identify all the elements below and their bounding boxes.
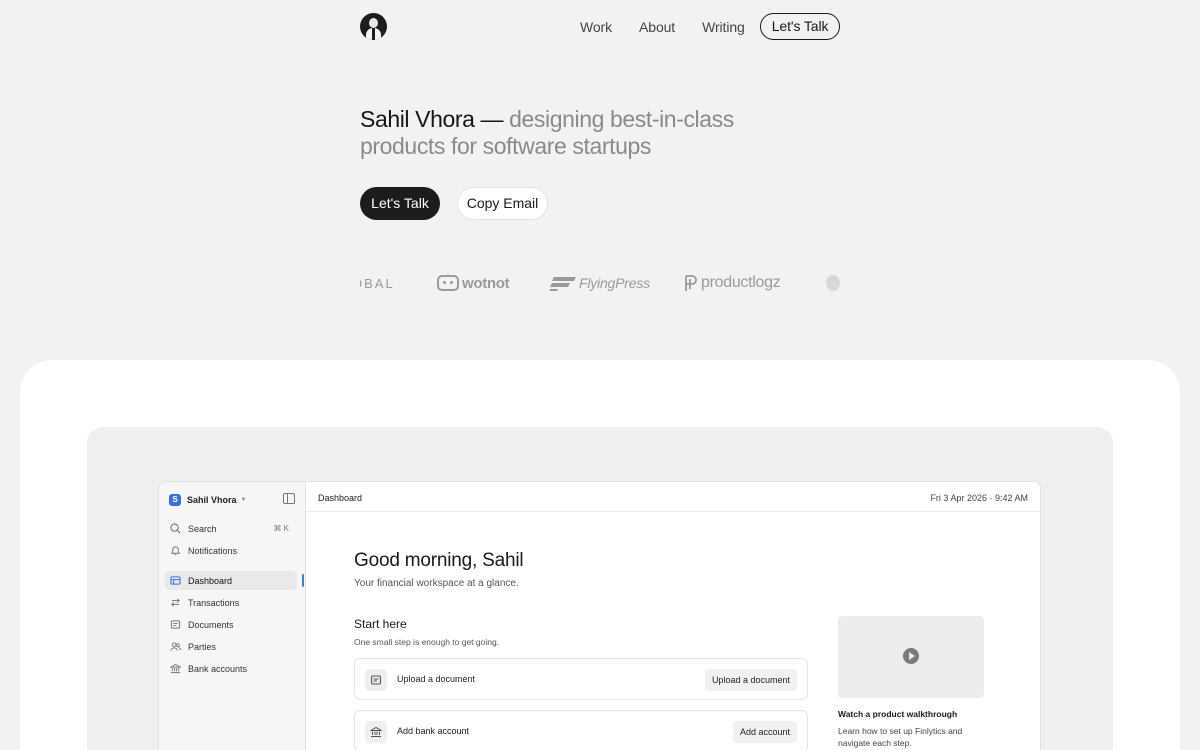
start-section-title: Start here bbox=[354, 617, 407, 631]
sidebar-item-label: Transactions bbox=[188, 597, 240, 608]
nav-writing-link[interactable]: Writing bbox=[702, 19, 745, 35]
sidebar-item-search[interactable]: Search ⌘ K bbox=[165, 519, 297, 538]
task-upload-document: Upload a document Upload a document bbox=[354, 658, 808, 700]
task-icon bbox=[365, 721, 387, 743]
sidebar-item-label: Parties bbox=[188, 641, 217, 652]
document-icon bbox=[170, 620, 181, 629]
walkthrough-description: Learn how to set up Finlytics and naviga… bbox=[838, 726, 963, 748]
main-panel: Dashboard Fri 3 Apr 2026 · 9:42 AM Good … bbox=[306, 482, 1040, 750]
sidebar-item-bank-accounts[interactable]: Bank accounts bbox=[165, 659, 297, 678]
users-icon bbox=[170, 642, 181, 651]
task-label: Add bank account bbox=[397, 726, 470, 736]
current-datetime: Fri 3 Apr 2026 · 9:42 AM bbox=[930, 493, 1028, 503]
start-section-subtitle: One small step is enough to get going. bbox=[354, 637, 500, 647]
hero-heading: Sahil Vhora — designing best-in-class pr… bbox=[360, 106, 760, 160]
add-account-button[interactable]: Add account bbox=[732, 721, 797, 743]
flyingpress-mark-icon bbox=[550, 277, 576, 291]
sidebar-item-documents[interactable]: Documents bbox=[165, 615, 297, 634]
logo-wotnot: wotnot bbox=[437, 268, 510, 298]
hero-name: Sahil Vhora — bbox=[360, 106, 504, 132]
sidebar-item-dashboard[interactable]: Dashboard bbox=[165, 571, 297, 590]
sidebar-item-transactions[interactable]: Transactions bbox=[165, 593, 297, 612]
logo-productlogz: productlogz bbox=[684, 268, 781, 298]
wotnot-mark-icon bbox=[437, 275, 459, 291]
avatar-head bbox=[369, 18, 378, 28]
sidebar-scroll-indicator bbox=[302, 574, 304, 587]
sidebar-item-parties[interactable]: Parties bbox=[165, 637, 297, 656]
nav-about-link[interactable]: About bbox=[639, 19, 675, 35]
walkthrough-title: Watch a product walkthrough bbox=[838, 709, 958, 719]
document-icon bbox=[370, 675, 382, 685]
dashboard-icon bbox=[170, 576, 181, 585]
lets-talk-button[interactable]: Let's Talk bbox=[360, 187, 440, 220]
play-icon[interactable] bbox=[903, 648, 919, 664]
productlogz-mark-icon bbox=[685, 275, 697, 291]
bank-icon bbox=[370, 726, 382, 737]
app-mockup: S Sahil Vhora ▼ Search ⌘ K Notifications… bbox=[158, 481, 1041, 750]
search-icon bbox=[170, 523, 181, 534]
logo-partial-icon bbox=[826, 275, 840, 291]
walkthrough-video[interactable] bbox=[838, 616, 984, 698]
workspace-name: Sahil Vhora bbox=[187, 495, 237, 505]
chevron-down-icon: ▼ bbox=[240, 497, 247, 503]
avatar-tie bbox=[372, 28, 375, 40]
client-logos-strip: OBAL wotnot FlyingPress productlogz bbox=[360, 268, 840, 298]
sidebar-item-label: Notifications bbox=[188, 545, 238, 556]
bell-icon bbox=[170, 546, 181, 556]
sidebar-item-label: Documents bbox=[188, 619, 234, 630]
breadcrumb: Dashboard bbox=[318, 493, 363, 503]
main-topbar: Dashboard Fri 3 Apr 2026 · 9:42 AM bbox=[306, 482, 1040, 512]
upload-document-button[interactable]: Upload a document bbox=[704, 669, 797, 691]
nav-work-link[interactable]: Work bbox=[580, 19, 612, 35]
nav-lets-talk-button[interactable]: Let's Talk bbox=[759, 13, 841, 40]
logo-flyingpress: FlyingPress bbox=[550, 268, 650, 298]
search-shortcut: ⌘ K bbox=[273, 524, 289, 533]
sidebar-item-notifications[interactable]: Notifications bbox=[165, 541, 297, 560]
page-title: Good morning, Sahil bbox=[354, 550, 524, 571]
task-add-bank-account: Add bank account Add account bbox=[354, 710, 808, 750]
sidebar-item-label: Search bbox=[188, 523, 217, 534]
bank-icon bbox=[170, 663, 181, 674]
page-subtitle: Your financial workspace at a glance. bbox=[354, 578, 519, 589]
main-nav: Work About Writing Let's Talk bbox=[580, 13, 841, 40]
workspace-switcher[interactable]: S Sahil Vhora ▼ bbox=[169, 492, 297, 508]
copy-email-button[interactable]: Copy Email bbox=[457, 187, 548, 220]
workspace-icon: S bbox=[169, 494, 181, 506]
transfer-icon bbox=[171, 598, 180, 607]
profile-avatar[interactable] bbox=[360, 13, 387, 40]
sidebar-item-label: Bank accounts bbox=[188, 663, 248, 674]
task-icon bbox=[365, 669, 387, 691]
task-label: Upload a document bbox=[397, 674, 476, 684]
sidebar-item-label: Dashboard bbox=[188, 575, 233, 586]
sidebar-toggle-icon[interactable] bbox=[283, 493, 295, 504]
logo-global: OBAL bbox=[360, 275, 395, 291]
